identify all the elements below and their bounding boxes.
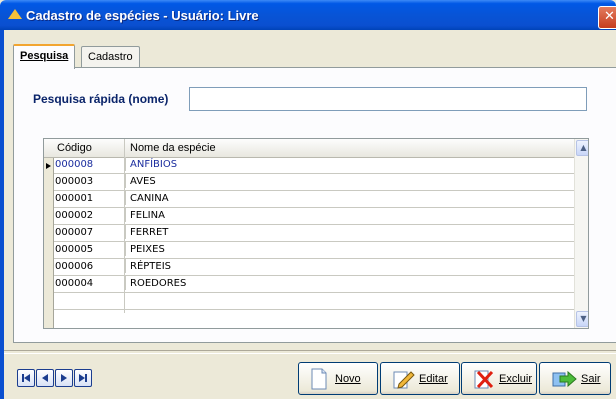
window-frame bbox=[0, 30, 4, 399]
cell-code: 000007 bbox=[55, 225, 126, 239]
edit-icon bbox=[393, 371, 415, 389]
search-label: Pesquisa rápida (nome) bbox=[33, 92, 169, 106]
window-title: Cadastro de espécies - Usuário: Livre bbox=[26, 8, 259, 23]
novo-label: Novo bbox=[335, 373, 361, 385]
search-input[interactable] bbox=[189, 87, 587, 111]
current-row-arrow-icon bbox=[46, 163, 51, 169]
new-document-icon bbox=[311, 368, 327, 390]
footer-divider bbox=[4, 350, 616, 354]
scroll-up-icon[interactable]: ▲ bbox=[576, 140, 588, 156]
editar-label: Editar bbox=[419, 373, 448, 385]
cell-name: PEIXES bbox=[130, 244, 165, 255]
header-nome[interactable]: Nome da espécie bbox=[130, 142, 216, 154]
table-row[interactable]: 000004 ROEDORES bbox=[54, 276, 574, 293]
cell-name: ANFÍBIOS bbox=[130, 159, 178, 170]
editar-button[interactable]: Editar bbox=[380, 362, 460, 395]
scroll-down-icon[interactable]: ▼ bbox=[576, 311, 588, 327]
species-grid[interactable]: Código Nome da espécie 000008 ANFÍBIOS 0… bbox=[43, 138, 589, 329]
exit-icon bbox=[552, 370, 577, 388]
table-row[interactable]: 000001 CANINA bbox=[54, 191, 574, 208]
cell-code: 000003 bbox=[55, 174, 126, 188]
tab-pesquisa[interactable]: Pesquisa bbox=[13, 44, 76, 69]
close-button[interactable]: ✕ bbox=[598, 6, 616, 29]
tab-cadastro[interactable]: Cadastro bbox=[81, 46, 140, 67]
table-row[interactable]: 000002 FELINA bbox=[54, 208, 574, 225]
cell-code: 000008 bbox=[55, 157, 126, 171]
last-record-icon[interactable] bbox=[74, 369, 92, 387]
table-row[interactable]: 000005 PEIXES bbox=[54, 242, 574, 259]
table-row[interactable]: 000003 AVES bbox=[54, 174, 574, 191]
vertical-scrollbar[interactable]: ▲ ▼ bbox=[574, 139, 588, 328]
first-record-icon[interactable] bbox=[17, 369, 35, 387]
delete-icon bbox=[474, 370, 494, 389]
cell-name: FELINA bbox=[130, 210, 165, 221]
sair-button[interactable]: Sair bbox=[539, 362, 611, 395]
cell-name: CANINA bbox=[130, 193, 169, 204]
header-codigo[interactable]: Código bbox=[57, 142, 92, 154]
table-row[interactable]: 000007 FERRET bbox=[54, 225, 574, 242]
cell-code: 000005 bbox=[55, 242, 126, 256]
next-record-icon[interactable] bbox=[55, 369, 73, 387]
cell-name: ROEDORES bbox=[130, 278, 187, 289]
cell-code: 000006 bbox=[55, 259, 126, 273]
app-icon bbox=[8, 9, 22, 19]
novo-button[interactable]: Novo bbox=[298, 362, 378, 395]
cell-code: 000002 bbox=[55, 208, 126, 222]
cell-name: FERRET bbox=[130, 227, 169, 238]
sair-label: Sair bbox=[581, 373, 601, 385]
cell-code: 000001 bbox=[55, 191, 126, 205]
title-bar: Cadastro de espécies - Usuário: Livre ✕ bbox=[0, 0, 616, 30]
cell-code: 000004 bbox=[55, 276, 126, 290]
cell-name: RÉPTEIS bbox=[130, 261, 172, 272]
cell-name: AVES bbox=[130, 176, 156, 187]
table-row[interactable]: 000008 ANFÍBIOS bbox=[54, 157, 574, 174]
table-row[interactable]: 000006 RÉPTEIS bbox=[54, 259, 574, 276]
excluir-label: Excluir bbox=[499, 373, 533, 385]
previous-record-icon[interactable] bbox=[36, 369, 54, 387]
table-row-empty bbox=[54, 293, 574, 310]
excluir-button[interactable]: Excluir bbox=[461, 362, 537, 395]
